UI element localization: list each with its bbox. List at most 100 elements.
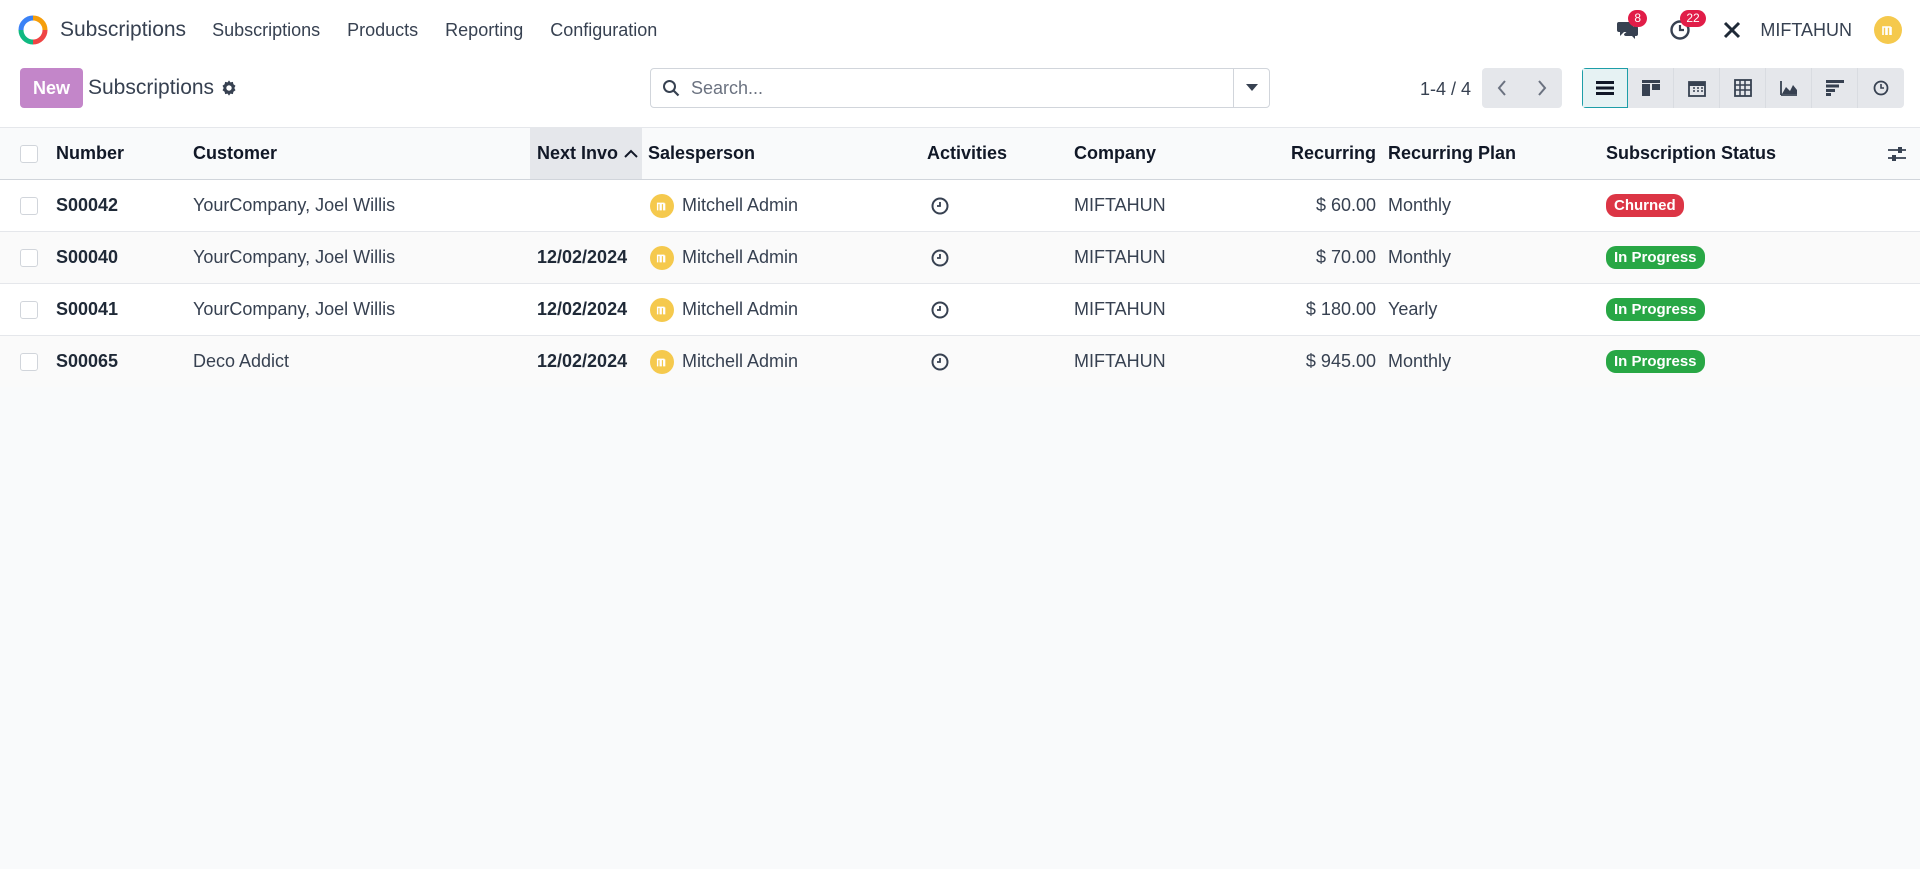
caret-down-icon	[1245, 84, 1258, 91]
company-switcher[interactable]: MIFTAHUN	[1760, 20, 1852, 41]
cell-salesperson: Mitchell Admin	[650, 232, 798, 283]
column-header-number[interactable]: Number	[56, 128, 124, 179]
menu-reporting[interactable]: Reporting	[445, 20, 523, 41]
kanban-view-button[interactable]	[1628, 68, 1674, 108]
activity-button[interactable]	[931, 180, 949, 231]
list-empty-space	[0, 387, 1920, 869]
salesperson-name: Mitchell Admin	[682, 195, 799, 215]
menu-products[interactable]: Products	[347, 20, 418, 41]
column-header-recurring-plan[interactable]: Recurring Plan	[1388, 128, 1516, 179]
column-header-company[interactable]: Company	[1074, 128, 1156, 179]
app-logo-icon[interactable]	[18, 15, 48, 45]
cell-company: MIFTAHUN	[1074, 299, 1166, 319]
pager-previous-button[interactable]	[1482, 68, 1522, 108]
cell-customer: YourCompany, Joel Willis	[193, 247, 396, 267]
table-row[interactable]: S00065 Deco Addict 12/02/2024 Mitchell A…	[0, 336, 1920, 388]
avatar	[650, 245, 674, 270]
messages-button[interactable]: 8	[1614, 10, 1648, 44]
user-avatar[interactable]	[1874, 16, 1902, 44]
cell-subscription-status: In Progress	[1606, 336, 1705, 387]
calendar-icon	[1687, 81, 1706, 97]
pivot-view-button[interactable]	[1720, 68, 1766, 108]
activity-view-button[interactable]	[1858, 68, 1904, 108]
column-header-next-invoice[interactable]: Next Invo	[530, 128, 642, 179]
cell-recurring: $ 70.00	[1315, 247, 1376, 267]
calendar-view-button[interactable]	[1674, 68, 1720, 108]
pager-next-button[interactable]	[1522, 68, 1562, 108]
page-title: Subscriptions	[88, 76, 215, 99]
activity-button[interactable]	[931, 232, 949, 283]
clock-icon	[931, 353, 949, 370]
salesperson-name: Mitchell Admin	[682, 351, 799, 371]
pager-value[interactable]: 1-4 / 4	[1420, 79, 1471, 100]
column-header-customer[interactable]: Customer	[193, 128, 277, 179]
cell-company: MIFTAHUN	[1074, 195, 1166, 215]
cohort-view-button[interactable]	[1812, 68, 1858, 108]
table-row[interactable]: S00040 YourCompany, Joel Willis 12/02/20…	[0, 232, 1920, 284]
kanban-icon	[1641, 80, 1660, 96]
cell-subscription-status: In Progress	[1606, 284, 1705, 335]
row-checkbox[interactable]	[20, 196, 38, 215]
cell-number: S00040	[56, 247, 119, 267]
cell-recurring-plan: Yearly	[1388, 299, 1438, 319]
menu-configuration[interactable]: Configuration	[550, 20, 657, 41]
cell-next-invoice: 12/02/2024	[537, 247, 628, 267]
activities-count-badge: 22	[1680, 10, 1706, 27]
search-options-toggle[interactable]	[1233, 69, 1269, 107]
select-all-checkbox[interactable]	[20, 144, 38, 163]
cell-next-invoice: 12/02/2024	[537, 351, 628, 371]
app-name[interactable]: Subscriptions	[60, 18, 186, 42]
sort-ascending-icon	[624, 149, 638, 158]
gear-icon[interactable]	[220, 79, 238, 97]
cell-number: S00042	[56, 195, 119, 215]
search-input[interactable]	[691, 70, 1233, 106]
activity-button[interactable]	[931, 284, 949, 335]
new-button[interactable]: New	[20, 68, 83, 108]
list-view-button[interactable]	[1582, 68, 1628, 108]
optional-columns-toggle[interactable]	[1888, 128, 1906, 179]
list-icon	[1596, 81, 1614, 95]
cell-recurring: $ 180.00	[1305, 299, 1376, 319]
cell-customer: Deco Addict	[193, 351, 290, 371]
column-header-subscription-status[interactable]: Subscription Status	[1606, 128, 1776, 179]
subscriptions-table: Number Customer Next Invo Salesperson Ac…	[0, 128, 1920, 388]
cell-company: MIFTAHUN	[1074, 351, 1166, 371]
tools-icon	[1724, 21, 1741, 39]
search-icon	[651, 79, 691, 97]
area-chart-icon	[1779, 81, 1797, 96]
cell-recurring: $ 945.00	[1305, 351, 1376, 371]
cell-number: S00041	[56, 299, 119, 319]
row-checkbox[interactable]	[20, 300, 38, 319]
column-header-activities[interactable]: Activities	[927, 128, 1007, 179]
cell-recurring-plan: Monthly	[1388, 351, 1452, 371]
graph-view-button[interactable]	[1766, 68, 1812, 108]
cell-next-invoice: 12/02/2024	[537, 299, 628, 319]
table-row[interactable]: S00041 YourCompany, Joel Willis 12/02/20…	[0, 284, 1920, 336]
status-badge: In Progress	[1606, 350, 1705, 373]
cell-recurring-plan: Monthly	[1388, 195, 1452, 215]
row-checkbox[interactable]	[20, 352, 38, 371]
control-panel: New Subscriptions 1-4 / 4	[0, 60, 1920, 128]
activities-button[interactable]: 22	[1666, 10, 1706, 44]
cell-customer: YourCompany, Joel Willis	[193, 299, 396, 319]
table-row[interactable]: S00042 YourCompany, Joel Willis Mitchell…	[0, 180, 1920, 232]
column-header-recurring[interactable]: Recurring	[1230, 128, 1376, 179]
cell-recurring: $ 60.00	[1315, 195, 1376, 215]
debug-tools-button[interactable]	[1718, 16, 1746, 44]
cell-salesperson: Mitchell Admin	[650, 336, 798, 387]
status-badge: Churned	[1606, 194, 1684, 217]
cell-recurring-plan: Monthly	[1388, 247, 1452, 267]
cell-number: S00065	[56, 351, 119, 371]
sliders-icon	[1888, 146, 1906, 161]
row-checkbox-cell	[20, 284, 38, 335]
clock-icon	[931, 301, 949, 318]
pager-buttons	[1482, 68, 1562, 108]
activity-button[interactable]	[931, 336, 949, 387]
avatar	[650, 349, 674, 374]
row-checkbox[interactable]	[20, 248, 38, 267]
menu-subscriptions[interactable]: Subscriptions	[212, 20, 320, 41]
column-header-next-invoice-label: Next Invo	[537, 143, 619, 163]
table-icon	[1733, 79, 1752, 97]
column-header-salesperson[interactable]: Salesperson	[648, 128, 755, 179]
search-bar	[650, 68, 1270, 108]
